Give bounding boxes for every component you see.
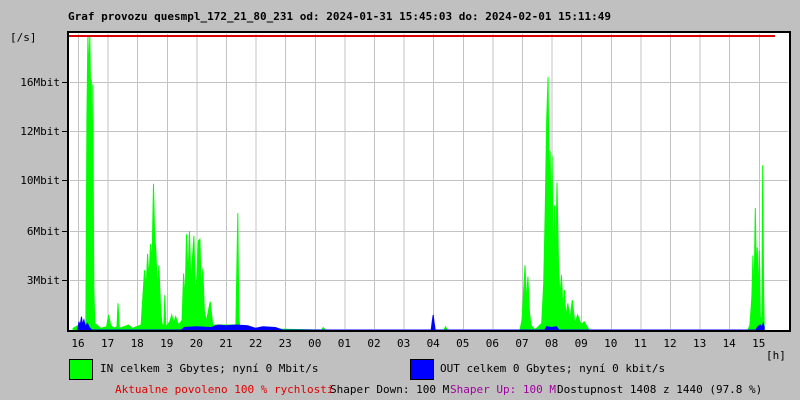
status-availability: Dostupnost 1408 z 1440 (97.8 %) (557, 383, 763, 396)
x-tick-label: 17 (101, 337, 114, 350)
x-tick-label: 14 (723, 337, 737, 350)
x-tick-label: 04 (427, 337, 441, 350)
x-tick-label: 22 (249, 337, 262, 350)
x-tick-label: 02 (367, 337, 380, 350)
x-tick-label: 12 (663, 337, 676, 350)
x-axis-unit-label: [h] (766, 349, 786, 362)
x-tick-label: 13 (693, 337, 706, 350)
x-tick-label: 09 (575, 337, 588, 350)
x-tick-label: 03 (397, 337, 410, 350)
legend-in-label: IN celkem 3 Gbytes; nyní 0 Mbit/s (100, 362, 319, 375)
legend-out-label: OUT celkem 0 Gbytes; nyní 0 kbit/s (440, 362, 666, 375)
x-tick-label: 20 (190, 337, 203, 350)
x-tick-label: 11 (634, 337, 647, 350)
x-tick-label: 23 (279, 337, 292, 350)
x-tick-label: 19 (160, 337, 173, 350)
x-tick-label: 18 (131, 337, 144, 350)
legend-out-swatch (410, 359, 434, 380)
x-tick-label: 07 (515, 337, 528, 350)
x-tick-label: 05 (456, 337, 469, 350)
traffic-graph-panel: Graf provozu quesmpl_172_21_80_231 od: 2… (0, 0, 800, 400)
x-tick-label: 00 (308, 337, 321, 350)
x-tick-label: 16 (71, 337, 84, 350)
x-tick-label: 21 (219, 337, 232, 350)
y-tick-label: 6Mbit (27, 225, 60, 238)
legend-in-swatch (69, 359, 93, 380)
y-tick-label: 3Mbit (27, 274, 60, 287)
x-tick-label: 10 (604, 337, 617, 350)
x-tick-label: 08 (545, 337, 558, 350)
y-tick-label: 10Mbit (20, 174, 60, 187)
x-tick-label: 15 (752, 337, 765, 350)
status-shaper-down: Shaper Down: 100 M (330, 383, 450, 396)
plot-area (69, 33, 789, 330)
y-tick-label: 16Mbit (20, 76, 60, 89)
x-tick-label: 01 (338, 337, 351, 350)
traffic-chart: 16Mbit 12Mbit 10Mbit 6Mbit 3Mbit 16 17 18 19 20 21… (20, 31, 791, 350)
status-allowed-speed: Aktualne povoleno 100 % rychlosti (115, 383, 334, 396)
status-shaper-up: Shaper Up: 100 M (450, 383, 556, 396)
x-tick-label: 06 (486, 337, 499, 350)
y-tick-label: 12Mbit (20, 125, 60, 138)
